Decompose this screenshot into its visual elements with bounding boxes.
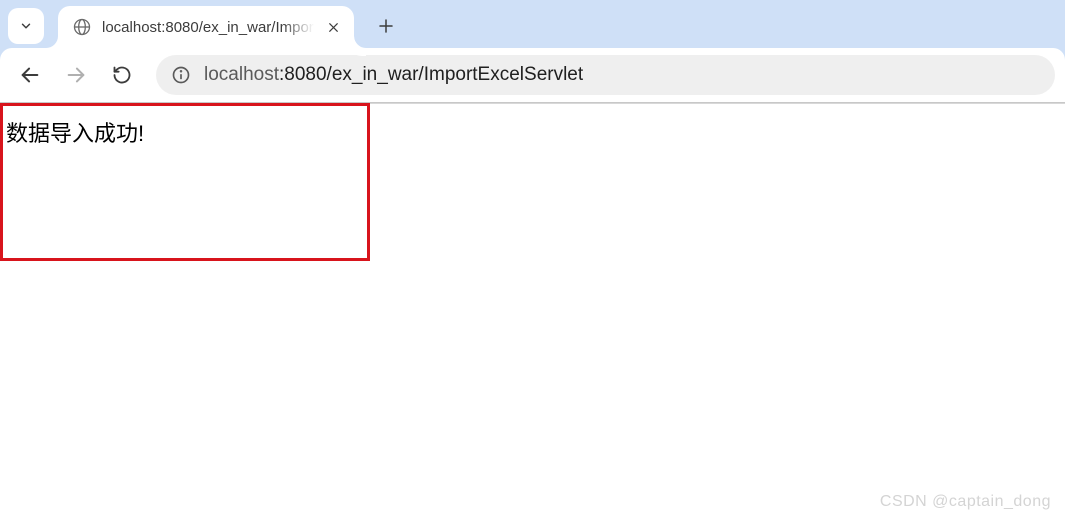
back-button[interactable] [10,55,50,95]
tab-strip: localhost:8080/ex_in_war/Impor [0,0,1065,48]
close-icon [327,21,340,34]
reload-icon [112,65,132,85]
tab-title: localhost:8080/ex_in_war/Impor [102,19,314,36]
watermark-text: CSDN @captain_dong [880,493,1051,511]
arrow-right-icon [65,64,87,86]
tab-search-dropdown[interactable] [8,8,44,44]
chevron-down-icon [19,19,33,33]
import-success-message: 数据导入成功! [0,104,1065,160]
browser-tab-active[interactable]: localhost:8080/ex_in_war/Impor [58,6,354,48]
url-path: :8080/ex_in_war/ImportExcelServlet [279,64,583,85]
site-info-button[interactable] [170,64,192,86]
address-bar[interactable]: localhost:8080/ex_in_war/ImportExcelServ… [156,55,1055,95]
browser-chrome: localhost:8080/ex_in_war/Impor localhost… [0,0,1065,103]
globe-icon [72,17,92,37]
reload-button[interactable] [102,55,142,95]
toolbar: localhost:8080/ex_in_war/ImportExcelServ… [0,48,1065,102]
page-content: 数据导入成功! CSDN @captain_dong [0,103,1065,519]
info-icon [171,65,191,85]
tab-close-button[interactable] [324,17,344,37]
url-text: localhost:8080/ex_in_war/ImportExcelServ… [204,64,583,86]
url-host: localhost [204,64,279,85]
new-tab-button[interactable] [370,10,402,42]
plus-icon [377,17,395,35]
arrow-left-icon [19,64,41,86]
forward-button[interactable] [56,55,96,95]
